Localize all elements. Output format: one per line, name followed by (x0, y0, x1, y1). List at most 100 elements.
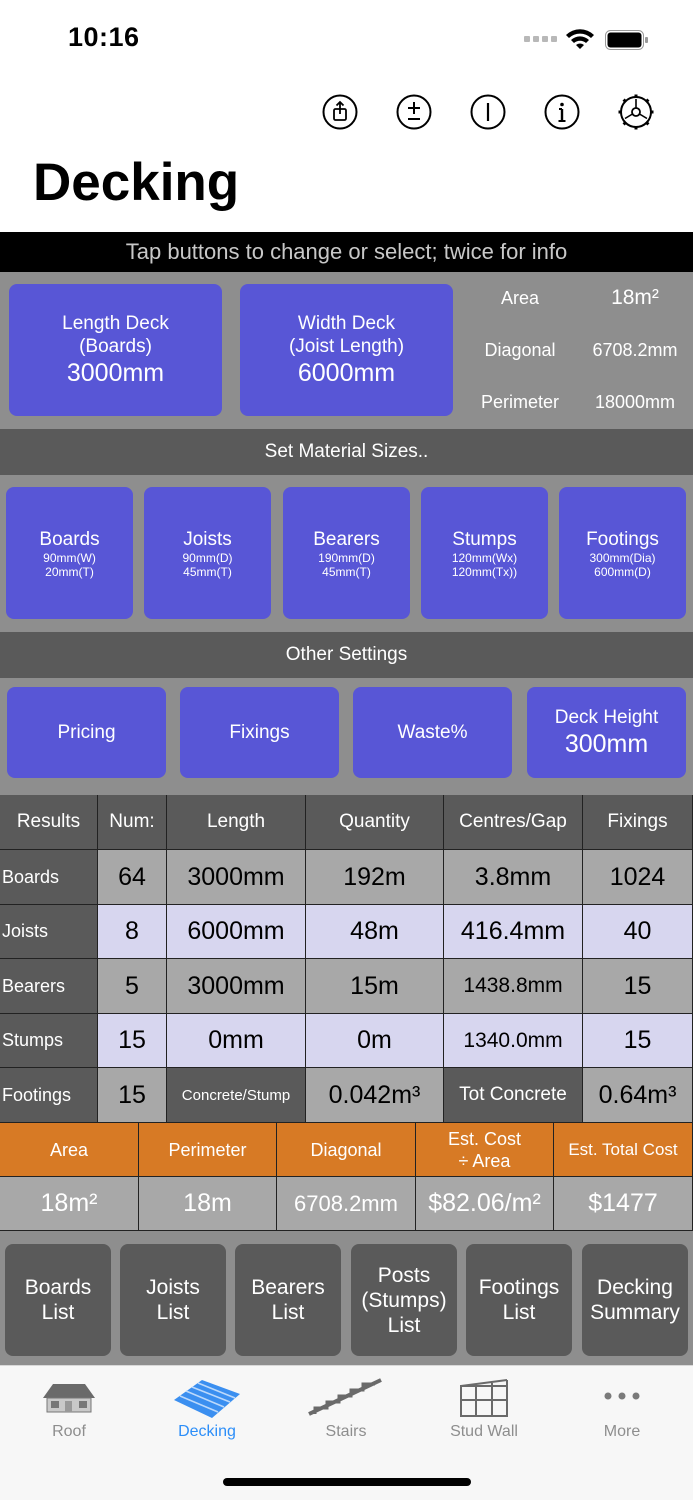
settings-gear-icon[interactable] (618, 94, 654, 130)
table-cell: 416.4mm (444, 905, 583, 959)
summary-header-diagonal: Diagonal (277, 1123, 416, 1177)
footings-size-label: Footings (586, 528, 659, 550)
joists-size-label: Joists (183, 528, 232, 550)
footings-size-button[interactable]: Footings 300mm(Dia) 600mm(D) (559, 487, 686, 619)
pricing-button[interactable]: Pricing (7, 687, 166, 778)
stumps-size-width: 120mm(Wx) (451, 550, 518, 565)
width-deck-sublabel: (Joist Length) (288, 336, 405, 357)
bearers-list-button[interactable]: Bearers List (235, 1244, 341, 1356)
info-circle-i-icon[interactable] (470, 94, 506, 130)
table-cell: Tot Concrete (444, 1068, 583, 1123)
tab-stud-wall[interactable]: Stud Wall (419, 1378, 549, 1448)
pricing-label: Pricing (57, 722, 116, 743)
footings-size-diameter: 300mm(Dia) (589, 550, 656, 565)
table-cell: 1024 (583, 850, 693, 905)
bearers-size-label: Bearers (313, 528, 380, 550)
summary-header-cost-per-area: Est. Cost ÷ Area (416, 1123, 554, 1177)
table-row-label: Bearers (0, 959, 98, 1014)
length-deck-value: 3000mm (66, 359, 165, 387)
area-stat-label: Area (500, 288, 540, 308)
tab-decking[interactable]: Decking (142, 1378, 272, 1448)
boards-size-width: 90mm(W) (43, 550, 96, 565)
summary-header-perimeter: Perimeter (139, 1123, 277, 1177)
table-header-quantity: Quantity (306, 795, 444, 850)
set-material-sizes-header[interactable]: Set Material Sizes.. (0, 429, 693, 475)
joists-size-depth: 90mm(D) (182, 550, 233, 565)
bearers-size-button[interactable]: Bearers 190mm(D) 45mm(T) (283, 487, 410, 619)
table-cell: 0.042m³ (306, 1068, 444, 1123)
cellular-signal-icon (524, 36, 558, 44)
posts-list-button[interactable]: Posts (Stumps) List (351, 1244, 457, 1356)
stumps-size-label: Stumps (452, 528, 517, 550)
table-cell: 3.8mm (444, 850, 583, 905)
summary-value-perimeter: 18m (139, 1177, 277, 1231)
table-header-length: Length (167, 795, 306, 850)
width-deck-value: 6000mm (297, 359, 396, 387)
waste-label: Waste% (397, 722, 468, 743)
waste-button[interactable]: Waste% (353, 687, 512, 778)
summary-value-cost-per-area: $82.06/m² (416, 1177, 554, 1231)
tab-more[interactable]: More (557, 1378, 687, 1448)
deck-height-button[interactable]: Deck Height 300mm (527, 687, 686, 778)
tab-roof-label: Roof (52, 1423, 86, 1440)
table-cell: 8 (98, 905, 167, 959)
perimeter-stat-label: Perimeter (480, 392, 560, 412)
bearers-size-thickness: 45mm(T) (322, 564, 371, 579)
footings-list-button[interactable]: Footings List (466, 1244, 572, 1356)
table-cell: 15m (306, 959, 444, 1014)
table-header-centres-gap: Centres/Gap (444, 795, 583, 850)
summary-header-area: Area (0, 1123, 139, 1177)
table-row-label: Footings (0, 1068, 98, 1123)
table-cell: 15 (98, 1068, 167, 1123)
fixings-button[interactable]: Fixings (180, 687, 339, 778)
boards-list-button[interactable]: Boards List (5, 1244, 111, 1356)
roof-house-icon (43, 1384, 95, 1413)
diagonal-stat-label: Diagonal (484, 340, 556, 360)
width-deck-button[interactable]: Width Deck (Joist Length) 6000mm (240, 284, 453, 416)
stairs-icon (308, 1378, 382, 1416)
decking-summary-button[interactable]: Decking Summary (582, 1244, 688, 1356)
table-cell: Concrete/Stump (167, 1068, 306, 1123)
length-deck-sublabel: (Boards) (79, 336, 152, 357)
more-icon (604, 1392, 640, 1400)
tab-stairs[interactable]: Stairs (281, 1378, 411, 1448)
length-deck-button[interactable]: Length Deck (Boards) 3000mm (9, 284, 222, 416)
joists-list-button[interactable]: Joists List (120, 1244, 226, 1356)
boards-size-label: Boards (39, 528, 100, 550)
summary-value-diagonal: 6708.2mm (277, 1177, 416, 1231)
battery-icon (605, 30, 648, 50)
perimeter-stat-value: 18000mm (594, 392, 676, 412)
boards-size-button[interactable]: Boards 90mm(W) 20mm(T) (6, 487, 133, 619)
table-cell: 3000mm (167, 959, 306, 1014)
deck-height-value: 300mm (564, 730, 649, 758)
table-cell: 0mm (167, 1014, 306, 1068)
stumps-size-button[interactable]: Stumps 120mm(Wx) 120mm(Tx)) (421, 487, 548, 619)
table-cell: 40 (583, 905, 693, 959)
table-cell: 192m (306, 850, 444, 905)
table-cell: 5 (98, 959, 167, 1014)
table-row-label: Boards (0, 850, 98, 905)
summary-value-area: 18m² (0, 1177, 139, 1231)
deck-height-label: Deck Height (554, 707, 659, 728)
other-settings-header: Other Settings (0, 632, 693, 678)
boards-size-thickness: 20mm(T) (45, 564, 94, 579)
table-cell: 6000mm (167, 905, 306, 959)
table-row-label: Joists (0, 905, 98, 959)
table-header-num: Num: (98, 795, 167, 850)
area-stat-value: 18m² (611, 286, 659, 309)
joists-size-button[interactable]: Joists 90mm(D) 45mm(T) (144, 487, 271, 619)
summary-value-total-cost: $1477 (554, 1177, 693, 1231)
home-indicator (223, 1478, 471, 1486)
table-header-fixings: Fixings (583, 795, 693, 850)
diagonal-stat-value: 6708.2mm (592, 340, 678, 360)
joists-size-thickness: 45mm(T) (183, 564, 232, 579)
plus-minus-icon[interactable] (396, 94, 432, 130)
tab-more-label: More (603, 1423, 641, 1440)
status-time: 10:16 (68, 22, 140, 52)
share-icon[interactable] (322, 94, 358, 130)
info-icon[interactable] (544, 94, 580, 130)
tab-roof[interactable]: Roof (4, 1378, 134, 1448)
fixings-label: Fixings (229, 722, 290, 743)
wifi-icon (566, 29, 594, 49)
table-cell: 0m (306, 1014, 444, 1068)
